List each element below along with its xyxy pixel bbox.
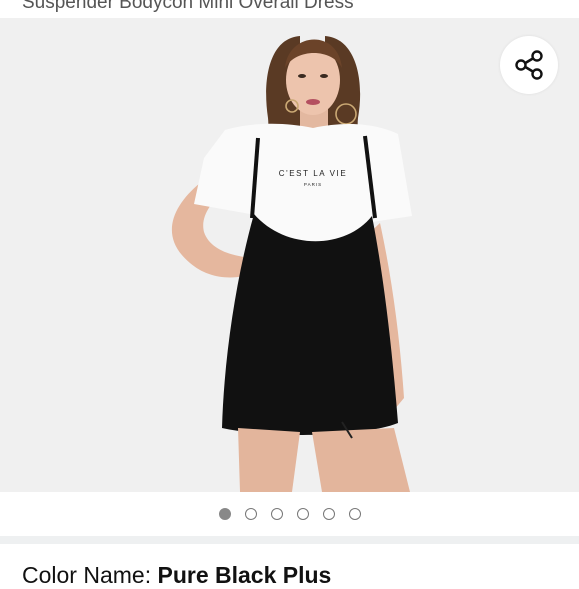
color-name-row: Color Name: Pure Black Plus	[22, 562, 331, 589]
shirt-print-main: C'EST LA VIE	[279, 169, 348, 178]
color-name-value: Pure Black Plus	[157, 562, 332, 588]
shirt-print-sub: PARIS	[304, 182, 322, 187]
color-name-label: Color Name:	[22, 562, 158, 588]
product-title: Suspender Bodycon Mini Overall Dress	[22, 0, 354, 13]
carousel-dot-1[interactable]	[218, 508, 231, 520]
share-icon	[515, 50, 543, 80]
carousel-indicator	[0, 492, 579, 536]
carousel-dot-2[interactable]	[244, 508, 257, 520]
carousel-dot-5[interactable]	[322, 508, 335, 520]
product-image[interactable]: C'EST LA VIE PARIS	[0, 18, 579, 492]
product-photo-illustration: C'EST LA VIE PARIS	[171, 36, 412, 492]
carousel-dot-3[interactable]	[270, 508, 283, 520]
carousel-dot-6[interactable]	[348, 508, 361, 520]
share-button[interactable]	[500, 36, 558, 94]
carousel-dot-4[interactable]	[296, 508, 309, 520]
section-divider	[0, 536, 579, 544]
title-strip: Suspender Bodycon Mini Overall Dress	[0, 0, 579, 18]
